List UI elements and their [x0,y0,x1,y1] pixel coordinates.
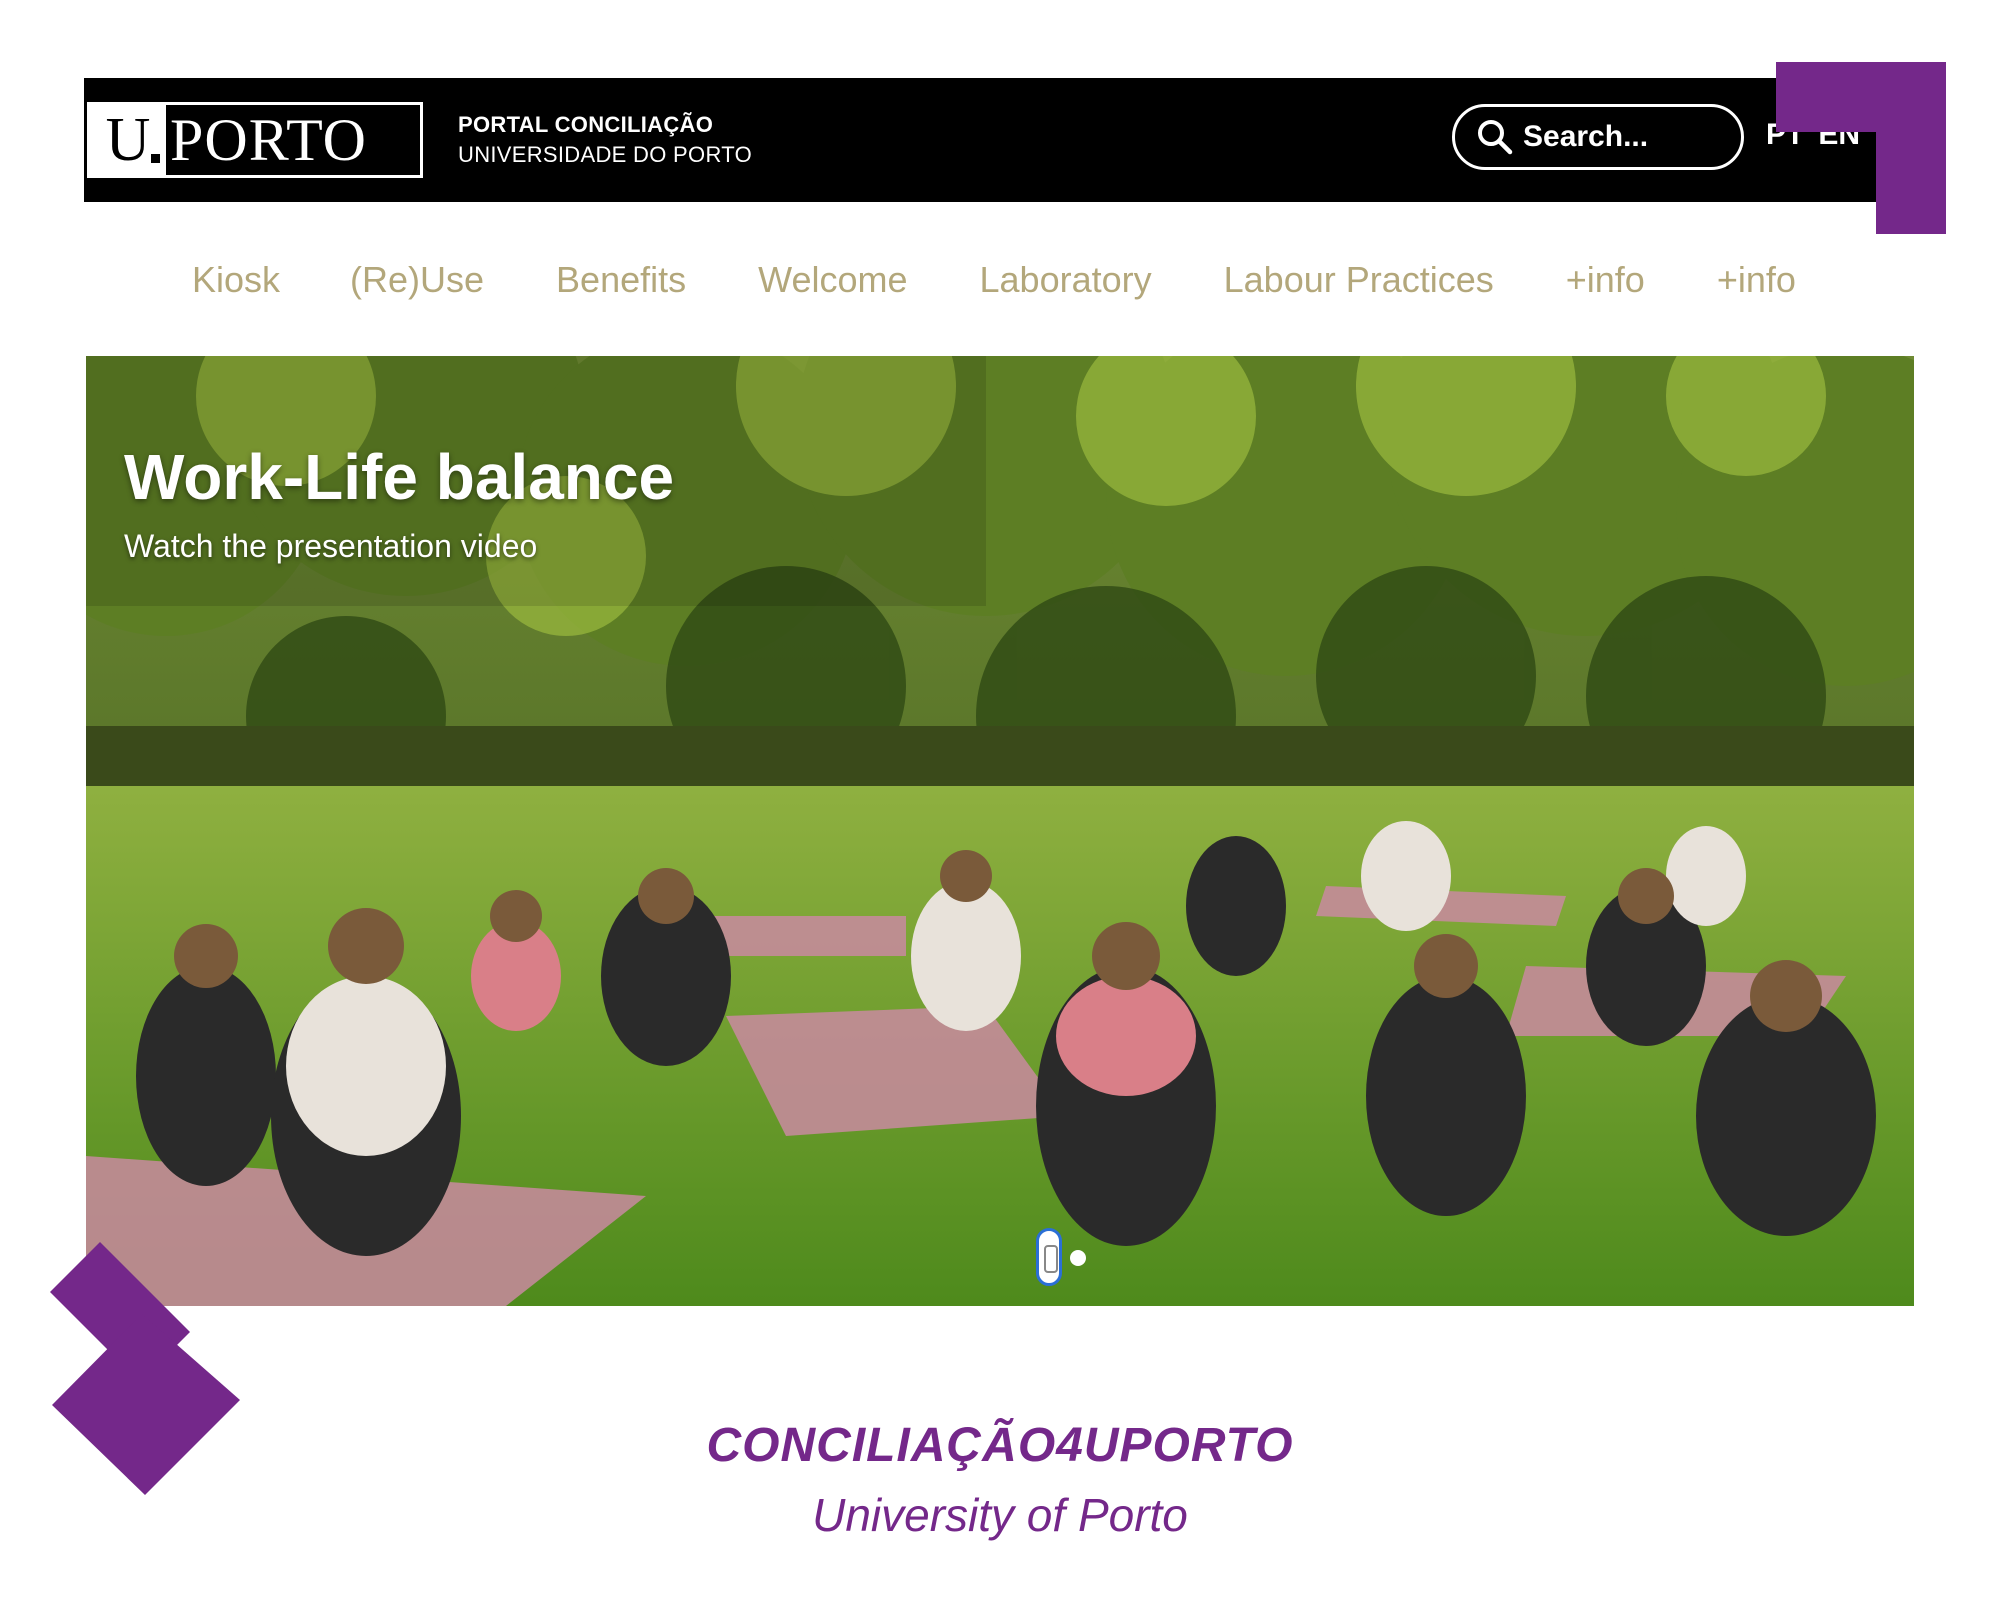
search-input[interactable]: Search... [1452,104,1744,170]
nav-item-labour-practices[interactable]: Labour Practices [1224,259,1494,301]
nav-item-kiosk[interactable]: Kiosk [192,259,280,301]
nav-item-welcome[interactable]: Welcome [758,259,907,301]
nav-item-info-1[interactable]: +info [1566,259,1645,301]
main-nav: Kiosk (Re)Use Benefits Welcome Laborator… [160,250,1900,310]
hero-video-link[interactable]: Watch the presentation video [124,528,537,565]
nav-item-benefits[interactable]: Benefits [556,259,686,301]
nav-item-laboratory[interactable]: Laboratory [980,259,1152,301]
nav-item-info-2[interactable]: +info [1717,259,1796,301]
search-placeholder: Search... [1523,120,1649,153]
logo-porto-text: PORTO [170,107,368,173]
nav-item-reuse[interactable]: (Re)Use [350,259,484,301]
caption-subtitle: University of Porto [812,1489,1188,1541]
carousel-dot-2[interactable] [1070,1250,1086,1266]
portal-title: PORTAL CONCILIAÇÃO UNIVERSIDADE DO PORTO [458,110,752,170]
site-header: U PORTO PORTAL CONCILIAÇÃO UNIVERSIDADE … [84,78,1892,202]
uporto-logo[interactable]: U PORTO [87,102,423,178]
portal-title-line1: PORTAL CONCILIAÇÃO [458,112,714,137]
search-icon [1478,120,1513,155]
hero-title: Work-Life balance [124,441,675,513]
portal-title-line2: UNIVERSIDADE DO PORTO [458,142,752,167]
corner-decoration-top-right-vertical [1876,62,1946,234]
logo-u-mark: U [90,105,166,175]
carousel-dot-active[interactable] [1036,1228,1062,1286]
caption-title: CONCILIAÇÃO4UPORTO [706,1419,1294,1472]
hero-carousel[interactable]: Work-Life balance Watch the presentation… [86,356,1914,1306]
